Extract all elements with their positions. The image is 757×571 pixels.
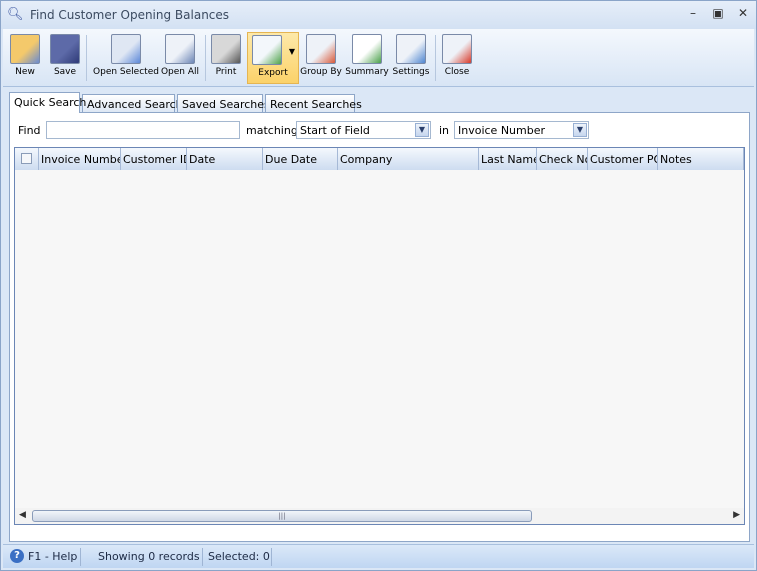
button-label: New — [15, 67, 35, 77]
button-label: Save — [53, 67, 77, 77]
title-bar: 🔍︎ Find Customer Opening Balances – ▣ ✕ — [1, 1, 756, 29]
scrollbar-thumb[interactable]: ||| — [32, 510, 532, 522]
toolbar-separator — [435, 35, 436, 81]
scroll-right-icon[interactable]: ▶ — [733, 510, 740, 520]
minimize-button[interactable]: – — [685, 6, 701, 22]
select-all-column — [15, 148, 39, 170]
dropdown-arrow-icon[interactable]: ▼ — [289, 47, 295, 56]
button-label: Close — [444, 67, 470, 77]
settings-icon — [396, 34, 426, 64]
column-header-customer-po[interactable]: Customer PO — [588, 148, 658, 170]
save-button[interactable]: Save — [47, 32, 83, 84]
column-header-date[interactable]: Date — [187, 148, 263, 170]
toolbar: New Save Open Selected Open All Print Export ▼… — [3, 29, 754, 87]
button-label: Print — [215, 67, 237, 77]
close-button[interactable]: Close — [439, 32, 475, 84]
select-all-checkbox[interactable] — [21, 153, 32, 164]
new-button[interactable]: New — [7, 32, 43, 84]
in-label: in — [439, 124, 450, 137]
help-icon: ? — [10, 549, 24, 563]
group-by-button[interactable]: Group By — [300, 32, 342, 84]
button-label: Summary — [345, 67, 389, 77]
close-window-icon — [442, 34, 472, 64]
divider — [202, 548, 203, 566]
matching-label: matching — [246, 124, 298, 137]
chevron-down-icon[interactable]: ▼ — [415, 123, 429, 137]
matching-value: Start of Field — [300, 124, 370, 137]
open-selected-button[interactable]: Open Selected — [93, 32, 159, 84]
maximize-button[interactable]: ▣ — [710, 6, 726, 22]
binoculars-icon: 🔍︎ — [7, 7, 24, 22]
summary-button[interactable]: Summary — [345, 32, 389, 84]
tab-saved-searches[interactable]: Saved Searches — [177, 94, 270, 113]
find-label: Find — [18, 124, 41, 137]
find-input[interactable] — [46, 121, 240, 139]
export-button[interactable]: Export ▼ — [247, 32, 299, 84]
printer-icon — [211, 34, 241, 64]
tab-recent-searches[interactable]: Recent Searches — [265, 94, 362, 113]
scroll-left-icon[interactable]: ◀ — [19, 510, 26, 520]
divider — [80, 548, 81, 566]
column-header-last-name[interactable]: Last Name — [479, 148, 537, 170]
record-count: Showing 0 records — [98, 550, 200, 563]
grid-header: Invoice Number Customer ID Date Due Date Com… — [15, 148, 744, 170]
button-label: Group By — [300, 67, 342, 77]
open-all-icon — [165, 34, 195, 64]
field-select[interactable]: Invoice Number ▼ — [454, 121, 589, 139]
new-customer-icon — [10, 34, 40, 64]
horizontal-scrollbar[interactable]: ◀ ||| ▶ — [15, 508, 744, 524]
column-header-invoice-number[interactable]: Invoice Number — [39, 148, 121, 170]
button-label: Open All — [160, 67, 200, 77]
chevron-down-icon[interactable]: ▼ — [573, 123, 587, 137]
settings-button[interactable]: Settings — [390, 32, 432, 84]
window-title: Find Customer Opening Balances — [30, 8, 230, 22]
open-all-button[interactable]: Open All — [158, 32, 202, 84]
help-text[interactable]: F1 - Help — [28, 550, 77, 563]
window: 🔍︎ Find Customer Opening Balances – ▣ ✕ … — [0, 0, 757, 571]
tab-quick-search[interactable]: Quick Search — [9, 92, 86, 113]
summary-icon — [352, 34, 382, 64]
toolbar-separator — [86, 35, 87, 81]
field-value: Invoice Number — [458, 124, 546, 137]
export-icon — [252, 35, 282, 65]
button-label: Settings — [392, 67, 430, 77]
results-grid: Invoice Number Customer ID Date Due Date Com… — [14, 147, 745, 525]
button-label: Open Selected — [93, 67, 159, 77]
column-header-notes[interactable]: Notes — [658, 148, 744, 170]
open-selected-icon — [111, 34, 141, 64]
button-label: Export — [258, 68, 288, 78]
status-bar: ? F1 - Help Showing 0 records Selected: … — [3, 544, 754, 568]
divider — [271, 548, 272, 566]
column-header-customer-id[interactable]: Customer ID — [121, 148, 187, 170]
close-button[interactable]: ✕ — [735, 6, 751, 22]
tab-advanced-search[interactable]: Advanced Search — [82, 94, 183, 113]
column-header-company[interactable]: Company — [338, 148, 479, 170]
print-button[interactable]: Print — [206, 32, 246, 84]
selected-count: Selected: 0 — [208, 550, 270, 563]
column-header-due-date[interactable]: Due Date — [263, 148, 338, 170]
quick-search-panel: Find matching Start of Field ▼ in Invoice… — [9, 112, 750, 542]
column-header-check-no[interactable]: Check No — [537, 148, 588, 170]
group-by-icon — [306, 34, 336, 64]
matching-select[interactable]: Start of Field ▼ — [296, 121, 431, 139]
floppy-disk-icon — [50, 34, 80, 64]
